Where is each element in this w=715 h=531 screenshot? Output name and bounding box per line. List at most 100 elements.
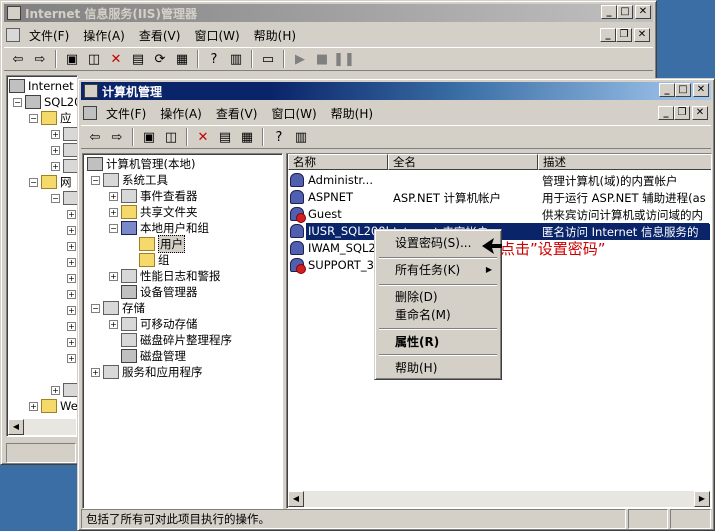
table-row[interactable]: Guest 供来宾访问计算机或访问域的内 (287, 206, 711, 223)
menu-item-set-password[interactable]: 设置密码(S)... (378, 233, 498, 253)
minimize-button[interactable]: _ (601, 5, 617, 19)
column-header-fullname[interactable]: 全名 (388, 154, 538, 170)
iis-menu-action[interactable]: 操作(A) (76, 27, 132, 44)
expand-icon[interactable]: + (67, 337, 76, 347)
tree-disk-management[interactable]: 磁盘管理 (121, 348, 186, 364)
tree-removable-storage[interactable]: + 可移动存储 (109, 316, 198, 332)
menu-item-delete[interactable]: 删除(D) (378, 287, 498, 307)
play-icon[interactable]: ▶ (290, 49, 310, 69)
expand-icon[interactable]: + (109, 271, 118, 281)
tree-event-viewer[interactable]: + 事件查看器 (109, 188, 198, 204)
column-header-description[interactable]: 描述 (538, 154, 711, 170)
iis-tree-scrollbar[interactable]: ◀ (8, 419, 76, 435)
tree-system-tools[interactable]: − 系统工具 (91, 172, 168, 188)
collapse-icon[interactable]: − (13, 97, 22, 107)
stop-icon[interactable]: ■ (312, 49, 332, 69)
console-icon[interactable]: ▥ (291, 127, 311, 147)
cm-mdi-restore-button[interactable]: ❐ (674, 106, 690, 120)
collapse-icon[interactable]: − (91, 303, 100, 313)
iis-title-bar[interactable]: Internet 信息服务(IIS)管理器 _ □ ✕ (4, 4, 653, 22)
expand-icon[interactable]: + (51, 385, 60, 395)
close-button[interactable]: ✕ (693, 83, 709, 97)
forward-arrow-icon[interactable]: ⇨ (107, 127, 127, 147)
expand-icon[interactable]: + (91, 367, 100, 377)
up-folder-icon[interactable]: ▣ (139, 127, 159, 147)
cm-menu-view[interactable]: 查看(V) (209, 105, 265, 122)
tree-storage[interactable]: − 存储 (91, 300, 145, 316)
iis-mdi-close-button[interactable]: ✕ (634, 28, 650, 42)
expand-icon[interactable]: + (51, 161, 60, 171)
cm-mdi-minimize-button[interactable]: _ (658, 106, 674, 120)
delete-icon[interactable]: ✕ (193, 127, 213, 147)
menu-item-all-tasks[interactable]: 所有任务(K) ▶ (378, 260, 498, 280)
refresh-icon[interactable]: ⟳ (150, 49, 170, 69)
iis-mdi-minimize-button[interactable]: _ (600, 28, 616, 42)
cm-menu-action[interactable]: 操作(A) (153, 105, 209, 122)
console-icon[interactable]: ▥ (226, 49, 246, 69)
iis-tree-root[interactable]: Internet (9, 78, 74, 94)
scroll-right-icon[interactable]: ▶ (694, 491, 710, 507)
tree-defrag[interactable]: 磁盘碎片整理程序 (121, 332, 232, 348)
iis-tree-server[interactable]: − SQL20 (13, 94, 77, 110)
expand-icon[interactable]: + (29, 401, 38, 411)
collapse-icon[interactable]: − (29, 113, 38, 123)
tree-device-manager[interactable]: 设备管理器 (121, 284, 198, 300)
computer-icon[interactable]: ▭ (258, 49, 278, 69)
expand-icon[interactable]: + (109, 207, 118, 217)
properties-icon[interactable]: ▤ (215, 127, 235, 147)
tree-users[interactable]: 用户 (139, 235, 185, 253)
expand-icon[interactable]: + (67, 321, 76, 331)
expand-icon[interactable]: + (51, 145, 60, 155)
tree-groups[interactable]: 组 (139, 252, 170, 268)
iis-menu-file[interactable]: 文件(F) (22, 27, 76, 44)
close-button[interactable]: ✕ (635, 5, 651, 19)
tree-services-apps[interactable]: + 服务和应用程序 (91, 364, 203, 380)
iis-tree-item[interactable]: + (51, 158, 77, 174)
iis-tree-item[interactable]: + (51, 126, 77, 142)
collapse-icon[interactable]: − (109, 223, 118, 233)
scroll-left-icon[interactable]: ◀ (8, 419, 24, 435)
tree-root[interactable]: 计算机管理(本地) (87, 156, 195, 172)
menu-item-help[interactable]: 帮助(H) (378, 358, 498, 378)
expand-icon[interactable]: + (109, 191, 118, 201)
export-icon[interactable]: ▦ (172, 49, 192, 69)
forward-arrow-icon[interactable]: ⇨ (30, 49, 50, 69)
collapse-icon[interactable]: − (91, 175, 100, 185)
expand-icon[interactable]: + (67, 273, 76, 283)
delete-icon[interactable]: ✕ (106, 49, 126, 69)
iis-menu-help[interactable]: 帮助(H) (247, 27, 303, 44)
column-header-name[interactable]: 名称 (288, 154, 388, 170)
expand-icon[interactable]: + (67, 305, 76, 315)
back-arrow-icon[interactable]: ⇦ (8, 49, 28, 69)
expand-icon[interactable]: + (67, 257, 76, 267)
expand-icon[interactable]: − (51, 193, 60, 203)
properties-icon[interactable]: ▤ (128, 49, 148, 69)
cm-mdi-close-button[interactable]: ✕ (692, 106, 708, 120)
table-row[interactable]: Administr... 管理计算机(域)的内置帐户 (287, 172, 711, 189)
cm-title-bar[interactable]: 计算机管理 _ □ ✕ (81, 82, 711, 100)
maximize-button[interactable]: □ (617, 5, 633, 19)
cm-menu-help[interactable]: 帮助(H) (324, 105, 380, 122)
menu-item-properties[interactable]: 属性(R) (378, 332, 498, 352)
cm-menu-window[interactable]: 窗口(W) (264, 105, 323, 122)
expand-icon[interactable]: + (67, 209, 76, 219)
help-icon[interactable]: ? (204, 49, 224, 69)
tree-shared-folders[interactable]: + 共享文件夹 (109, 204, 198, 220)
expand-icon[interactable]: + (109, 319, 118, 329)
tree-perf-logs[interactable]: + 性能日志和警报 (109, 268, 221, 284)
iis-tree-item[interactable]: + (51, 142, 77, 158)
iis-tree-websites[interactable]: − 网 (29, 174, 72, 190)
scroll-left-icon[interactable]: ◀ (288, 491, 304, 507)
list-horizontal-scrollbar[interactable]: ◀ ▶ (288, 491, 710, 507)
iis-mdi-restore-button[interactable]: ❐ (616, 28, 632, 42)
iis-menu-view[interactable]: 查看(V) (132, 27, 188, 44)
up-folder-icon[interactable]: ▣ (62, 49, 82, 69)
pause-icon[interactable]: ❚❚ (333, 49, 355, 69)
export-icon[interactable]: ▦ (237, 127, 257, 147)
show-tree-icon[interactable]: ◫ (161, 127, 181, 147)
menu-item-rename[interactable]: 重命名(M) (378, 305, 498, 325)
expand-icon[interactable]: + (51, 129, 60, 139)
help-icon[interactable]: ? (269, 127, 289, 147)
expand-icon[interactable]: + (67, 241, 76, 251)
collapse-icon[interactable]: − (29, 177, 38, 187)
